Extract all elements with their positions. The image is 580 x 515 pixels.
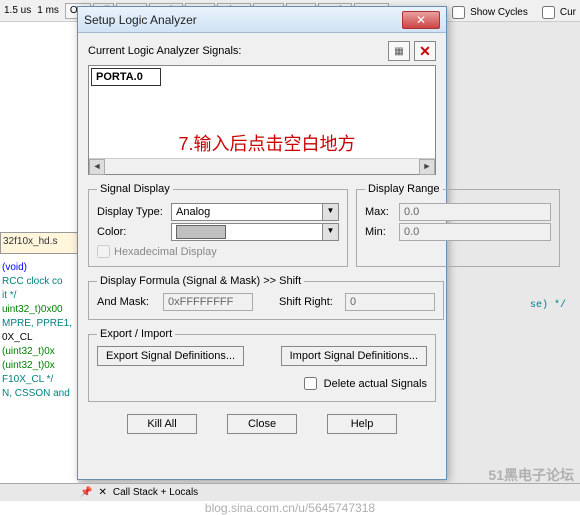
left-panel: 32f10x_hd.s (void) RCC clock co it */ ui…: [0, 22, 78, 483]
code-line: uint32_t)0x00: [2, 303, 76, 317]
max-input: [399, 203, 551, 221]
signal-display-group: Signal Display Display Type: ▼ Color: ▼: [88, 183, 348, 267]
h-scrollbar[interactable]: ◄ ►: [89, 158, 435, 174]
display-range-group: Display Range Max: Min:: [356, 183, 560, 267]
chevron-down-icon[interactable]: ▼: [323, 203, 339, 221]
min-label: Min:: [365, 226, 395, 238]
scroll-thumb[interactable]: [105, 159, 419, 174]
pin-icon[interactable]: 📌: [80, 487, 92, 498]
display-type-combo[interactable]: ▼: [171, 203, 339, 221]
setup-logic-analyzer-dialog: Setup Logic Analyzer ✕ Current Logic Ana…: [77, 6, 447, 480]
export-button[interactable]: Export Signal Definitions...: [97, 346, 244, 366]
display-formula-group: Display Formula (Signal & Mask) >> Shift…: [88, 275, 444, 320]
display-range-legend: Display Range: [365, 183, 443, 195]
delete-signals-label: Delete actual Signals: [324, 378, 427, 390]
display-type-label: Display Type:: [97, 206, 167, 218]
close-icon[interactable]: ✕: [402, 11, 440, 29]
annotation-text: 7.输入后点击空白地方: [109, 130, 425, 156]
status-text: Call Stack + Locals: [113, 487, 198, 498]
mask-input: [163, 293, 253, 311]
hex-checkbox: [97, 245, 110, 258]
titlebar[interactable]: Setup Logic Analyzer ✕: [78, 7, 446, 33]
close-panel-icon[interactable]: ✕: [98, 487, 106, 498]
right-code-fragment: se) */: [530, 300, 580, 311]
dialog-title: Setup Logic Analyzer: [84, 13, 402, 27]
signals-label: Current Logic Analyzer Signals:: [88, 45, 241, 57]
code-line: RCC clock co: [2, 275, 76, 289]
code-line: N, CSSON and: [2, 387, 76, 401]
code-line: MPRE, PPRE1,: [2, 317, 76, 331]
signal-list[interactable]: PORTA.0 7.输入后点击空白地方 ◄ ►: [88, 65, 436, 175]
code-line: F10X_CL */: [2, 373, 76, 387]
delete-signals-checkbox[interactable]: [304, 377, 317, 390]
code-line: 0X_CL: [2, 331, 76, 345]
time-label-1: 1.5 us: [4, 5, 31, 16]
watermark-url: blog.sina.com.cn/u/5645747318: [0, 501, 580, 515]
code-line: (uint32_t)0x: [2, 345, 76, 359]
time-label-2: 1 ms: [37, 5, 59, 16]
signal-input[interactable]: PORTA.0: [91, 68, 161, 86]
formula-legend: Display Formula (Signal & Mask) >> Shift: [97, 275, 304, 287]
code-line: (uint32_t)0x: [2, 359, 76, 373]
close-button[interactable]: Close: [227, 414, 297, 434]
min-input: [399, 223, 551, 241]
color-combo[interactable]: ▼: [171, 223, 339, 241]
shift-input: [345, 293, 435, 311]
color-label: Color:: [97, 226, 167, 238]
file-tab[interactable]: 32f10x_hd.s: [0, 232, 78, 254]
max-label: Max:: [365, 206, 395, 218]
scroll-right-icon[interactable]: ►: [419, 159, 435, 175]
import-button[interactable]: Import Signal Definitions...: [281, 346, 427, 366]
code-line: (void): [2, 261, 76, 275]
signal-display-legend: Signal Display: [97, 183, 173, 195]
mask-label: And Mask:: [97, 296, 157, 308]
new-signal-icon[interactable]: ▦: [388, 41, 410, 61]
delete-signal-icon[interactable]: ✕: [414, 41, 436, 61]
kill-all-button[interactable]: Kill All: [127, 414, 197, 434]
code-line: it */: [2, 289, 76, 303]
show-cycles-check[interactable]: Show Cycles: [448, 3, 528, 22]
code-area: (void) RCC clock co it */ uint32_t)0x00 …: [0, 257, 78, 483]
shift-label: Shift Right:: [279, 296, 339, 308]
export-import-group: Export / Import Export Signal Definition…: [88, 328, 436, 402]
cur-check[interactable]: Cur: [538, 3, 576, 22]
help-button[interactable]: Help: [327, 414, 397, 434]
display-type-input[interactable]: [171, 203, 323, 221]
color-swatch: [176, 225, 226, 239]
hex-label: Hexadecimal Display: [114, 246, 217, 258]
export-legend: Export / Import: [97, 328, 175, 340]
status-bar: 📌 ✕ Call Stack + Locals: [0, 483, 580, 501]
bg-checks: Show Cycles Cur: [448, 3, 576, 22]
scroll-left-icon[interactable]: ◄: [89, 159, 105, 175]
chevron-down-icon[interactable]: ▼: [323, 223, 339, 241]
watermark-forum: 51黑电子论坛: [488, 465, 574, 485]
